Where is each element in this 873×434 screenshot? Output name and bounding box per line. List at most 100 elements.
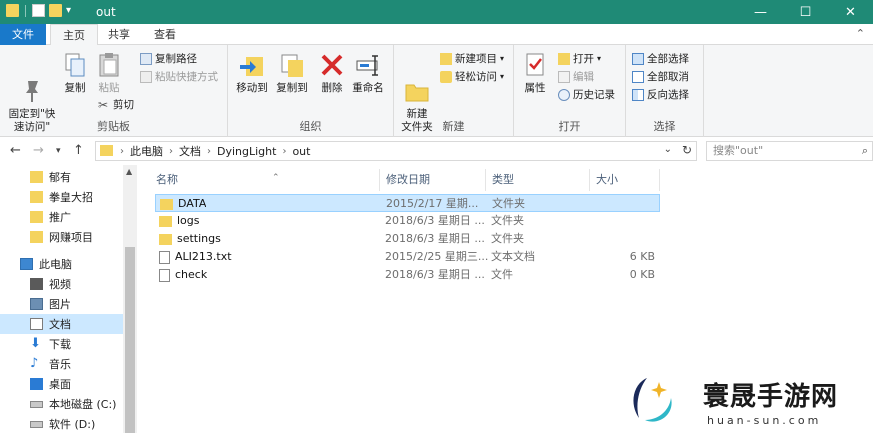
breadcrumb-out[interactable]: out [292, 145, 310, 158]
video-icon [30, 278, 43, 290]
table-row[interactable]: check 2018/6/3 星期日 ... 文件 0 KB [155, 266, 660, 284]
properties-icon[interactable] [32, 4, 45, 17]
nav-item-label: 软件 (D:) [49, 418, 96, 431]
paste-button[interactable]: 粘贴 [94, 51, 124, 95]
title-bar: ▾ out — ☐ ✕ [0, 0, 873, 24]
file-type: 文件夹 [491, 214, 524, 227]
paste-label: 粘贴 [98, 82, 120, 94]
new-folder-icon [403, 64, 431, 102]
address-bar[interactable]: › 此电脑 › 文档 › DyingLight › out ⌄ ↻ [95, 141, 697, 161]
easy-access-label: 轻松访问 [455, 71, 497, 83]
file-name: ALI213.txt [175, 250, 232, 263]
select-all-button[interactable]: 全部选择 [632, 51, 689, 67]
tab-view[interactable]: 查看 [142, 24, 188, 45]
column-header-name[interactable]: ⌃ 名称 [150, 169, 380, 191]
open-button[interactable]: 打开 ▾ [558, 51, 601, 67]
recent-locations-icon[interactable]: ▾ [56, 146, 61, 156]
nav-item-desktop[interactable]: 桌面 [0, 374, 123, 394]
scroll-up-icon[interactable]: ▲ [126, 167, 132, 176]
easy-access-button[interactable]: 轻松访问 ▾ [440, 69, 504, 85]
breadcrumb-dyinglight[interactable]: DyingLight [217, 145, 276, 158]
nav-item-project[interactable]: 网赚项目 [0, 227, 123, 247]
divider [25, 4, 26, 17]
folder-icon [6, 4, 19, 17]
scrollbar-thumb[interactable] [125, 247, 135, 433]
breadcrumb-separator-icon[interactable]: › [120, 146, 124, 157]
nav-item-label: 网赚项目 [49, 231, 93, 244]
nav-item-kof[interactable]: 拳皇大招 [0, 187, 123, 207]
file-name: settings [177, 232, 221, 245]
back-icon[interactable]: ← [10, 143, 21, 158]
table-row[interactable]: settings 2018/6/3 星期日 ... 文件夹 [155, 230, 660, 248]
computer-icon [20, 258, 33, 270]
file-name-cell: logs [159, 212, 200, 230]
copy-to-button[interactable]: 复制到 [272, 51, 312, 95]
history-label: 历史记录 [573, 89, 615, 101]
rename-button[interactable]: 重命名 [350, 51, 386, 95]
table-row[interactable]: DATA 2015/2/17 星期... 文件夹 [155, 194, 660, 212]
nav-item-this-pc[interactable]: 此电脑 [0, 254, 123, 274]
maximize-button[interactable]: ☐ [783, 0, 828, 24]
nav-item-promo[interactable]: 推广 [0, 207, 123, 227]
search-input[interactable]: 搜索"out" ⌕ [706, 141, 873, 161]
column-header-label: 大小 [596, 173, 618, 186]
copy-path-button[interactable]: 复制路径 [140, 51, 197, 67]
cut-label: 剪切 [113, 99, 134, 111]
minimize-button[interactable]: — [738, 0, 783, 24]
address-dropdown-icon[interactable]: ⌄ [664, 144, 672, 155]
nav-item-downloads[interactable]: ⬇ 下载 [0, 334, 123, 354]
edit-button[interactable]: 编辑 [558, 69, 594, 85]
up-icon[interactable]: ↑ [73, 143, 84, 158]
watermark-text: 寰晟手游网 [703, 382, 839, 412]
table-row[interactable]: ALI213.txt 2015/2/25 星期三... 文本文档 6 KB [155, 248, 660, 266]
customize-qat-icon[interactable]: ▾ [66, 5, 71, 16]
refresh-icon[interactable]: ↻ [682, 143, 692, 157]
folder-icon [159, 233, 172, 245]
file-name-cell: DATA [160, 195, 206, 213]
select-none-button[interactable]: 全部取消 [632, 69, 689, 85]
invert-selection-icon [632, 89, 644, 101]
tab-home[interactable]: 主页 [50, 24, 98, 45]
new-item-button[interactable]: 新建项目 ▾ [440, 51, 504, 67]
nav-item-drive-d[interactable]: 软件 (D:) [0, 414, 123, 434]
breadcrumb-separator-icon[interactable]: › [169, 146, 173, 157]
invert-selection-button[interactable]: 反向选择 [632, 87, 689, 103]
ribbon-tabs: 文件 主页 共享 查看 ⌃ [0, 24, 873, 45]
delete-button[interactable]: 删除 [318, 51, 346, 95]
breadcrumb-documents[interactable]: 文档 [179, 143, 201, 159]
close-button[interactable]: ✕ [828, 0, 873, 24]
new-folder-icon[interactable] [49, 4, 62, 17]
column-header-type[interactable]: 类型 [486, 169, 590, 191]
nav-item-videos[interactable]: 视频 [0, 274, 123, 294]
properties-button[interactable]: 属性 [520, 51, 550, 95]
properties-label: 属性 [524, 82, 546, 94]
history-button[interactable]: 历史记录 [558, 87, 615, 103]
clipboard-group-label: 剪贴板 [97, 120, 130, 133]
quick-access-toolbar: ▾ [6, 4, 71, 17]
folder-icon [100, 145, 113, 156]
nav-item-drive-c[interactable]: 本地磁盘 (C:) [0, 394, 123, 414]
column-header-size[interactable]: 大小 [590, 169, 660, 191]
search-placeholder: 搜索"out" [713, 144, 764, 157]
tab-file[interactable]: 文件 [0, 24, 46, 45]
nav-item-documents[interactable]: 文档 [0, 314, 123, 334]
select-none-icon [632, 71, 644, 83]
desktop-icon [30, 378, 43, 390]
nav-item-yuyou[interactable]: 郁有 [0, 167, 123, 187]
forward-icon[interactable]: → [33, 143, 44, 158]
breadcrumb-this-pc[interactable]: 此电脑 [130, 143, 163, 159]
nav-item-pictures[interactable]: 图片 [0, 294, 123, 314]
copy-button[interactable]: 复制 [60, 51, 90, 95]
breadcrumb-separator-icon[interactable]: › [207, 146, 211, 157]
paste-shortcut-button[interactable]: 粘贴快捷方式 [140, 69, 218, 85]
cut-button[interactable]: ✂ 剪切 [98, 97, 134, 113]
move-to-button[interactable]: 移动到 [232, 51, 272, 95]
breadcrumb-separator-icon[interactable]: › [282, 146, 286, 157]
ribbon-collapse-icon[interactable]: ⌃ [856, 27, 865, 40]
copy-path-label: 复制路径 [155, 53, 197, 65]
tab-share[interactable]: 共享 [96, 24, 142, 45]
table-row[interactable]: logs 2018/6/3 星期日 ... 文件夹 [155, 212, 660, 230]
column-header-date[interactable]: 修改日期 [380, 169, 486, 191]
nav-scrollbar[interactable]: ▲ [123, 165, 137, 433]
nav-item-music[interactable]: ♪ 音乐 [0, 354, 123, 374]
